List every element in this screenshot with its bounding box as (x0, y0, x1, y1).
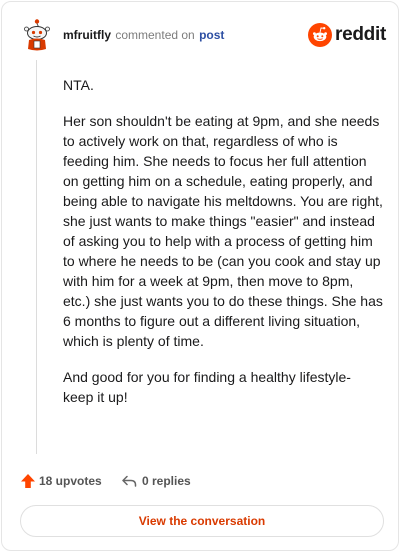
upvote-arrow-icon (21, 474, 35, 488)
username[interactable]: mfruitfly (63, 28, 111, 42)
reply-count: 0 replies (142, 474, 191, 488)
post-link[interactable]: post (199, 28, 224, 42)
snoo-avatar-icon (20, 18, 54, 52)
comment-header: mfruitfly commented on post reddit (20, 18, 386, 54)
comment-meta: mfruitfly commented on post (63, 28, 224, 42)
comment-paragraph: NTA. (63, 77, 94, 93)
view-conversation-button[interactable]: View the conversation (20, 505, 384, 537)
upvote-count: 18 upvotes (39, 474, 102, 488)
reddit-brand[interactable]: reddit (308, 22, 386, 48)
comment-paragraph: Her son shouldn't be eating at 9pm, and … (63, 113, 383, 349)
comment-body: NTA. Her son shouldn't be eating at 9pm,… (63, 75, 383, 423)
upvote-button[interactable]: 18 upvotes (20, 473, 102, 489)
comment-action: commented on (115, 28, 195, 42)
comment-footer: 18 upvotes 0 replies (20, 470, 380, 492)
reddit-wordmark: reddit (335, 24, 386, 45)
comment-card: mfruitfly commented on post reddit NTA. … (1, 1, 399, 551)
avatar[interactable] (20, 18, 54, 52)
thread-line (36, 60, 37, 454)
reply-arrow-icon (122, 475, 137, 487)
comment-paragraph: And good for you for finding a healthy l… (63, 369, 351, 405)
replies-button[interactable]: 0 replies (121, 473, 191, 489)
reddit-logo-icon (308, 23, 333, 47)
